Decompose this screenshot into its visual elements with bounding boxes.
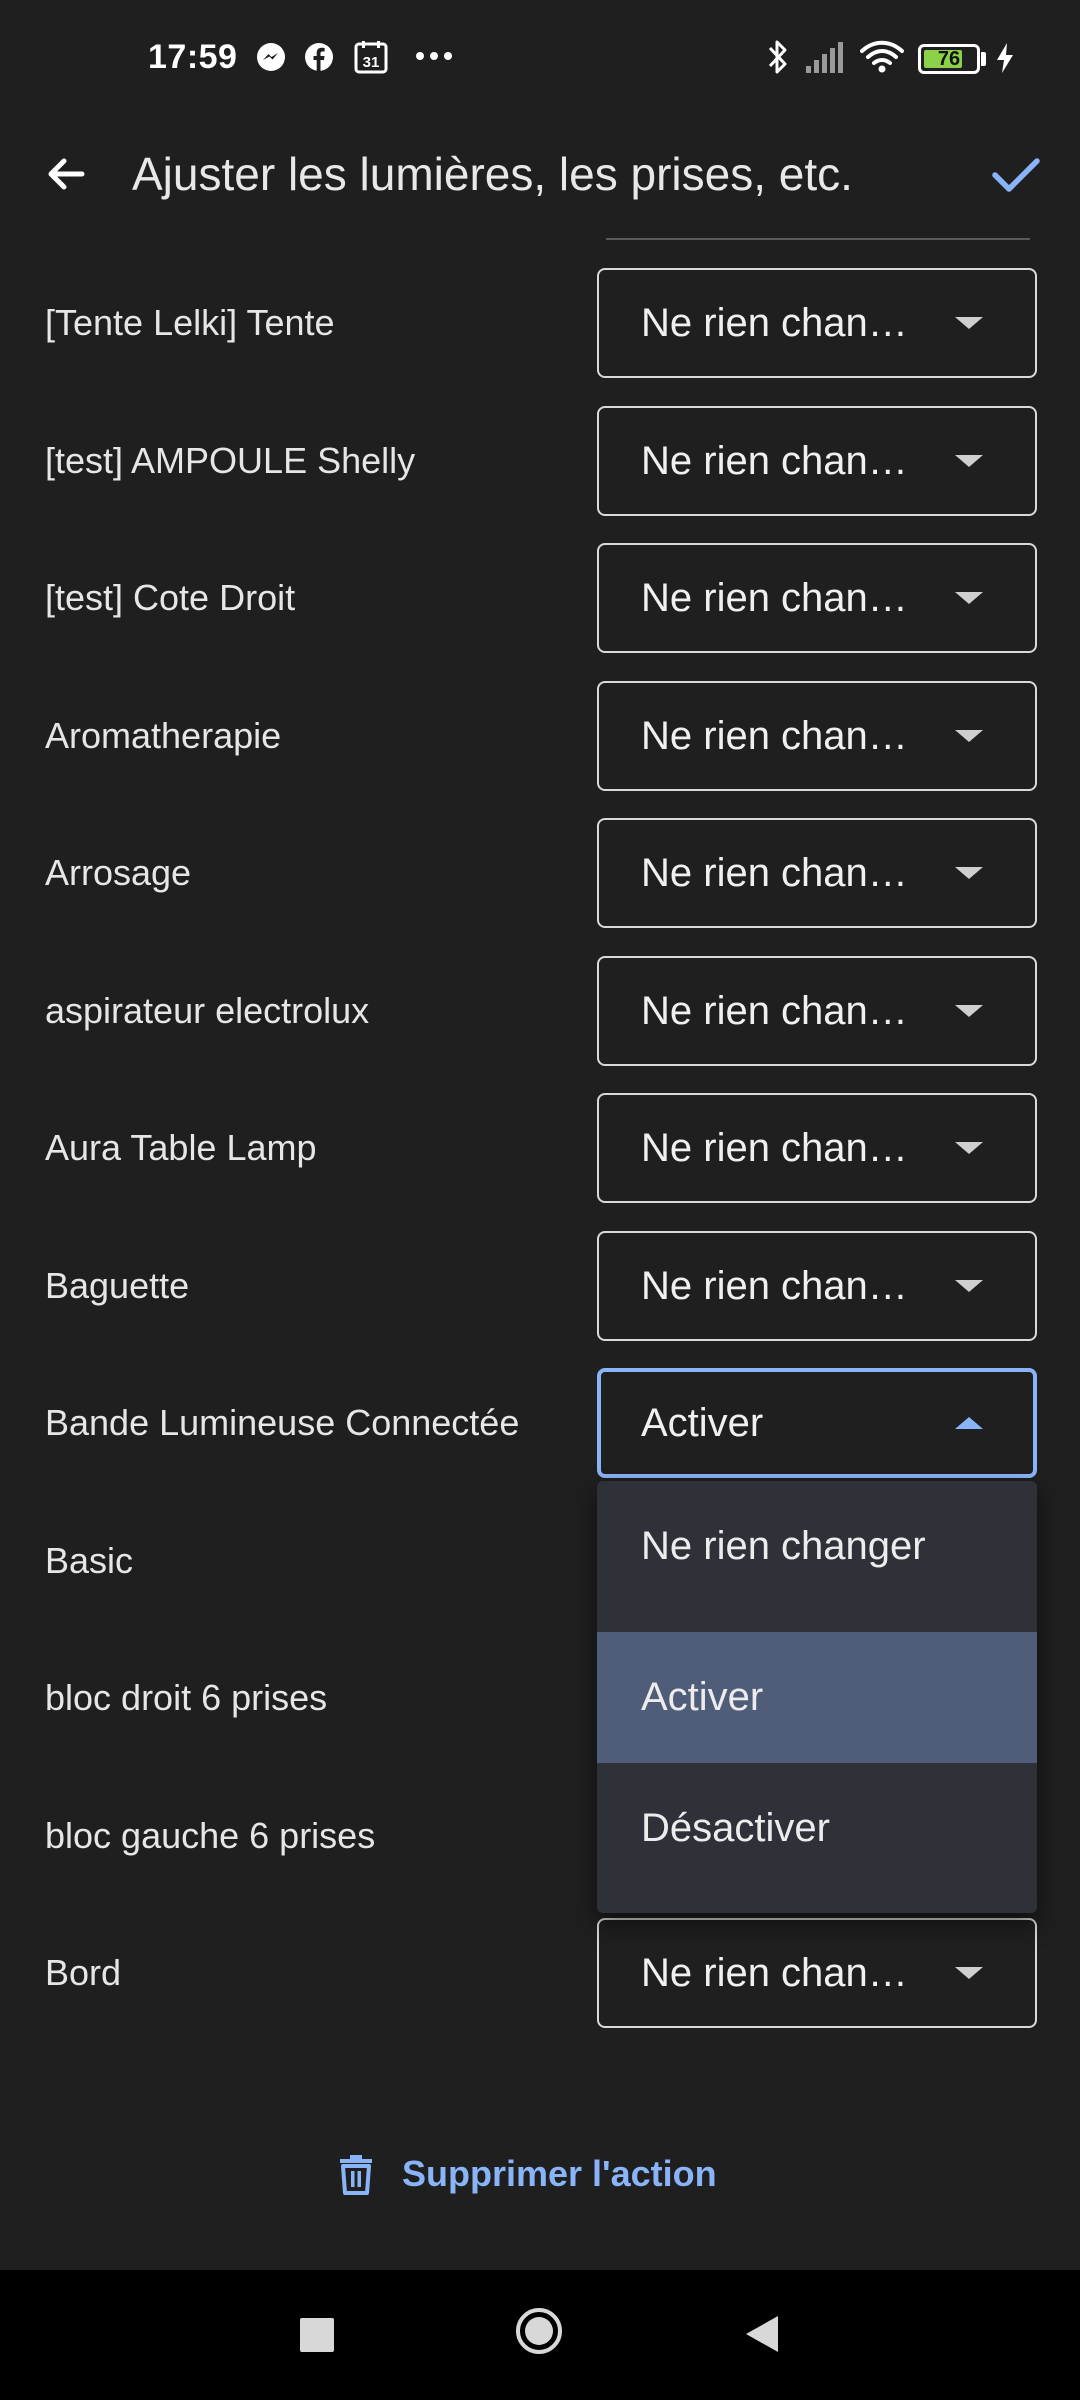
app-bar: Ajuster les lumières, les prises, etc. [0, 120, 1080, 240]
device-label: Aura Table Lamp [45, 1127, 317, 1168]
home-icon[interactable] [514, 2306, 564, 2356]
dropdown-value: Ne rien changer [641, 714, 911, 758]
caret-down-icon [955, 1142, 983, 1154]
confirm-button[interactable] [976, 134, 1056, 214]
device-label: Arrosage [45, 852, 192, 893]
caret-down-icon [955, 1967, 983, 1979]
device-label: bloc gauche 6 prises [45, 1815, 376, 1856]
action-dropdown[interactable]: Ne rien changer [597, 956, 1037, 1066]
messenger-icon [257, 43, 285, 71]
device-row: Bord Ne rien changer [0, 1918, 1080, 2055]
device-label: [Tente Lelki] Tente [45, 302, 335, 343]
device-label: Baguette [45, 1265, 190, 1306]
device-label: Bande Lumineuse Connectée [45, 1402, 520, 1443]
device-row: Arrosage Ne rien changer [0, 818, 1080, 955]
navigation-bar [0, 2270, 1080, 2400]
status-time: 17:59 [148, 38, 238, 76]
action-dropdown[interactable]: Ne rien changer [597, 268, 1037, 378]
dropdown-value: Ne rien changer [641, 1951, 911, 1995]
caret-down-icon [955, 730, 983, 742]
charging-icon [997, 43, 1013, 73]
dropdown-value: Ne rien changer [641, 576, 911, 620]
page-title: Ajuster les lumières, les prises, etc. [132, 148, 853, 200]
signal-icon [806, 42, 843, 73]
dropdown-value: Ne rien changer [641, 1126, 911, 1170]
action-dropdown[interactable]: Activer [597, 1368, 1037, 1478]
menu-option-ne-rien-changer[interactable]: Ne rien changer [597, 1481, 1037, 1612]
delete-action-button[interactable]: Supprimer l'action [338, 2144, 717, 2204]
caret-down-icon [955, 592, 983, 604]
device-row: Aura Table Lamp Ne rien changer [0, 1093, 1080, 1230]
device-row: [test] AMPOULE Shelly Ne rien changer [0, 406, 1080, 543]
device-label: aspirateur electrolux [45, 990, 370, 1031]
device-label: bloc droit 6 prises [45, 1677, 328, 1718]
action-dropdown[interactable]: Ne rien changer [597, 543, 1037, 653]
battery-icon: 76 [918, 44, 980, 74]
dropdown-value: Ne rien changer [641, 851, 911, 895]
arrow-back-icon [48, 158, 85, 190]
recents-icon[interactable] [300, 2318, 334, 2352]
device-label: Bord [45, 1952, 122, 1993]
device-label: [test] Cote Droit [45, 577, 296, 618]
menu-option-activer[interactable]: Activer [597, 1632, 1037, 1763]
check-icon [992, 158, 1040, 192]
menu-option-label: Désactiver [641, 1806, 830, 1850]
caret-down-icon [955, 455, 983, 467]
device-label: Basic [45, 1540, 134, 1581]
dropdown-value: Ne rien changer [641, 989, 911, 1033]
back-icon[interactable] [744, 2314, 780, 2354]
menu-option-desactiver[interactable]: Désactiver [597, 1763, 1037, 1894]
action-dropdown[interactable]: Ne rien changer [597, 1918, 1037, 2028]
caret-down-icon [955, 1005, 983, 1017]
back-button[interactable] [26, 134, 106, 214]
device-label: [test] AMPOULE Shelly [45, 440, 416, 481]
device-label: Aromatherapie [45, 715, 282, 756]
wifi-icon [860, 40, 904, 73]
device-row: Baguette Ne rien changer [0, 1231, 1080, 1368]
battery-level: 76 [937, 48, 961, 70]
caret-down-icon [955, 317, 983, 329]
action-dropdown[interactable]: Ne rien changer [597, 818, 1037, 928]
dropdown-value: Ne rien changer [641, 1264, 911, 1308]
menu-option-label: Ne rien changer [641, 1524, 926, 1568]
delete-action-label: Supprimer l'action [402, 2153, 717, 2194]
trash-icon [340, 2155, 372, 2195]
caret-down-icon [955, 1280, 983, 1292]
divider [606, 238, 1030, 240]
action-dropdown[interactable]: Ne rien changer [597, 1093, 1037, 1203]
bottom-panel: Supprimer l'action [0, 2074, 1080, 2270]
dropdown-value: Ne rien changer [641, 439, 911, 483]
menu-option-label: Activer [641, 1675, 764, 1719]
dropdown-value: Ne rien changer [641, 301, 911, 345]
calendar-icon: 31 [354, 40, 388, 74]
battery-tip [981, 52, 986, 66]
calendar-day: 31 [363, 54, 380, 71]
dropdown-menu: Ne rien changer Activer Désactiver [597, 1481, 1037, 1913]
dropdown-value: Activer [641, 1401, 764, 1445]
device-row: Aromatherapie Ne rien changer [0, 681, 1080, 818]
bluetooth-icon [768, 40, 787, 74]
status-bar: 17:59 31 76 [0, 0, 1080, 120]
action-dropdown[interactable]: Ne rien changer [597, 681, 1037, 791]
facebook-icon [305, 43, 333, 71]
caret-up-icon [955, 1417, 983, 1429]
caret-down-icon [955, 867, 983, 879]
device-row: [Tente Lelki] Tente Ne rien changer [0, 268, 1080, 405]
device-row: [test] Cote Droit Ne rien changer [0, 543, 1080, 680]
device-row: aspirateur electrolux Ne rien changer [0, 956, 1080, 1093]
action-dropdown[interactable]: Ne rien changer [597, 1231, 1037, 1341]
action-dropdown[interactable]: Ne rien changer [597, 406, 1037, 516]
more-icon [416, 52, 452, 60]
